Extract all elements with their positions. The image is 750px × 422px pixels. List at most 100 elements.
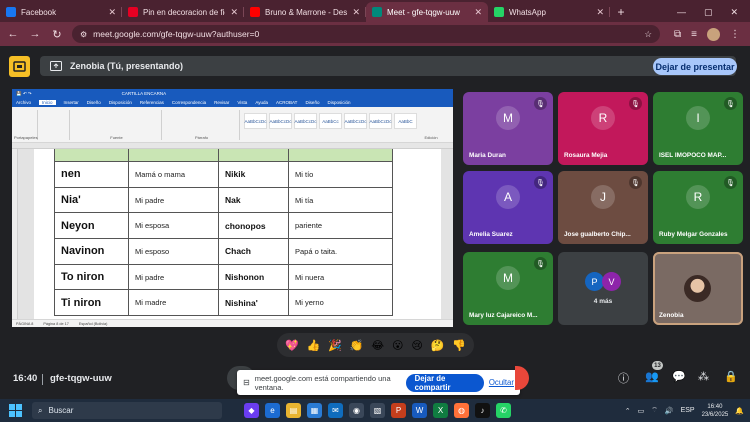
table-row: Navinon Mi esposo Chach Papá o taita. <box>54 238 393 265</box>
back-icon[interactable]: ← <box>6 28 20 40</box>
chat-icon[interactable]: 💬 <box>672 370 686 383</box>
close-tab-icon[interactable]: ✕ <box>596 7 604 18</box>
reaction-emoji[interactable]: 🤔 <box>431 339 445 352</box>
close-tab-icon[interactable]: ✕ <box>230 7 238 18</box>
reaction-emoji[interactable]: 😢 <box>411 339 422 352</box>
ribbon-tab[interactable]: Referencias <box>140 100 164 105</box>
photos-app-icon[interactable]: ▧ <box>370 403 385 418</box>
participant-tile[interactable]: I ISEL IMOPOCO MAP... 🎙 <box>653 92 743 165</box>
excel-app-icon[interactable]: X <box>433 403 448 418</box>
style-preset[interactable]: AaBbCcDc <box>344 113 367 129</box>
extensions-icon[interactable]: ⧉ <box>674 29 681 40</box>
style-sample: AaBbCcDc <box>294 118 317 124</box>
close-tab-icon[interactable]: ✕ <box>352 7 360 18</box>
participant-tile[interactable]: J Jose gualberto Chip... 🎙 <box>558 171 648 244</box>
style-preset[interactable]: AaBbCcDc <box>294 113 317 129</box>
ribbon-tab[interactable]: Ayuda <box>255 100 268 105</box>
style-preset[interactable]: AaBbCc <box>319 113 342 129</box>
word-app-icon[interactable]: W <box>412 403 427 418</box>
profile-avatar[interactable] <box>706 27 720 41</box>
reaction-emoji[interactable]: 😮 <box>392 339 403 352</box>
tray-chevron-icon[interactable]: ⌃ <box>625 407 631 415</box>
browser-tab[interactable]: Pin en decoracion de fiestas ✕ <box>122 2 244 22</box>
ribbon-tab[interactable]: Insertar <box>64 100 79 105</box>
avatar: A <box>496 185 520 209</box>
close-tab-icon[interactable]: ✕ <box>108 7 116 18</box>
widgets-app-icon[interactable]: ◆ <box>244 403 259 418</box>
browser-tab[interactable]: Bruno & Marrone - Desligue ✕ <box>244 2 366 22</box>
ribbon-tab[interactable]: Correspondencia <box>172 100 206 105</box>
menu-icon[interactable]: ⋮ <box>730 29 740 40</box>
participant-tile[interactable]: R Ruby Melgar Gonzales 🎙 <box>653 171 743 244</box>
stop-presenting-button[interactable]: Dejar de presentar <box>653 58 737 75</box>
reaction-emoji[interactable]: 💖 <box>285 339 299 352</box>
info-icon[interactable]: ⓘ <box>618 370 629 386</box>
mail-app-icon[interactable]: ✉ <box>328 403 343 418</box>
ribbon-tab[interactable]: Disposición <box>109 100 132 105</box>
start-button[interactable] <box>4 404 26 417</box>
close-tab-icon[interactable]: ✕ <box>474 7 482 18</box>
minimize-icon[interactable]: — <box>677 7 686 17</box>
style-sample: AaBbC <box>398 118 413 124</box>
powerpoint-app-icon[interactable]: P <box>391 403 406 418</box>
style-preset[interactable]: AaBbCcDc <box>369 113 392 129</box>
reaction-emoji[interactable]: 🎉 <box>328 339 342 352</box>
activities-icon[interactable]: ⁂ <box>698 370 709 383</box>
sharing-icon: ⊟ <box>243 378 250 387</box>
ribbon-tab[interactable]: Disposición <box>327 100 350 105</box>
host-controls-icon[interactable]: 🔒 <box>724 370 738 383</box>
bookmark-star-icon[interactable]: ☆ <box>644 29 652 40</box>
tiktok-app-icon[interactable]: ♪ <box>475 403 490 418</box>
ribbon-tab[interactable]: Inicio <box>39 100 56 105</box>
address-bar[interactable]: ⚙ meet.google.com/gfe-tqgw-uuw?authuser=… <box>72 25 660 43</box>
store-app-icon[interactable]: ▦ <box>307 403 322 418</box>
taskbar-clock[interactable]: 16:40 23/6/2025 <box>702 403 729 419</box>
self-tile[interactable]: Zenobia <box>653 252 743 325</box>
style-preset[interactable]: AaBbCcDc <box>269 113 292 129</box>
leave-call-button[interactable] <box>515 366 529 390</box>
ribbon-tab[interactable]: Revisar <box>214 100 229 105</box>
ribbon-tab[interactable]: Diseño <box>87 100 101 105</box>
hide-link[interactable]: Ocultar <box>489 378 514 387</box>
language-indicator[interactable]: ESP <box>681 407 695 414</box>
taskbar-search[interactable]: ⌕ Buscar <box>32 402 222 419</box>
stop-sharing-button[interactable]: Dejar de compartir <box>405 373 484 392</box>
maximize-icon[interactable]: ▢ <box>704 7 713 18</box>
volume-icon[interactable]: 🔊 <box>665 407 674 415</box>
browser-tab[interactable]: WhatsApp ✕ <box>488 2 610 22</box>
browser-tab[interactable]: Meet - gfe-tqgw-uuw ✕ <box>366 2 488 22</box>
edge-app-icon[interactable]: e <box>265 403 280 418</box>
participant-tile[interactable]: R Rosaura Mejia 🎙 <box>558 92 648 165</box>
word-ribbon-tabs: Archivo Inicio Insertar Diseño Disposición Re… <box>12 98 453 107</box>
network-icon[interactable]: ⌔ <box>651 406 658 415</box>
ribbon-tab[interactable]: Diseño <box>305 100 319 105</box>
avatar: M <box>496 106 520 130</box>
people-icon[interactable]: 👥 <box>645 370 659 383</box>
reaction-emoji[interactable]: 👏 <box>350 339 364 352</box>
participant-tile[interactable]: A Amelia Suarez 🎙 <box>463 171 553 244</box>
sharing-message: meet.google.com está compartiendo una ve… <box>254 373 391 392</box>
reading-list-icon[interactable]: ≡ <box>691 29 697 40</box>
reload-icon[interactable]: ↻ <box>50 28 64 41</box>
whatsapp-app-icon[interactable]: ✆ <box>496 403 511 418</box>
explorer-app-icon[interactable]: ▤ <box>286 403 301 418</box>
battery-icon[interactable]: ▭ <box>638 407 645 415</box>
participant-tile[interactable]: M Mary luz Cajareico M... 🎙 <box>463 252 553 325</box>
more-participants-tile[interactable]: P V 4 más <box>558 252 648 325</box>
participant-tile[interactable]: M Maria Duran 🎙 <box>463 92 553 165</box>
reaction-emoji[interactable]: 👍 <box>307 339 321 352</box>
forward-icon[interactable]: → <box>28 28 42 40</box>
ribbon-tab[interactable]: ACROBAT <box>276 100 297 105</box>
chrome-app-icon[interactable]: ◉ <box>349 403 364 418</box>
firefox-app-icon[interactable]: ◍ <box>454 403 469 418</box>
new-tab-button[interactable]: + <box>610 2 632 22</box>
site-info-icon[interactable]: ⚙ <box>80 30 87 39</box>
ribbon-tab[interactable]: Archivo <box>16 100 31 105</box>
reaction-emoji[interactable]: 👎 <box>452 339 466 352</box>
ribbon-tab[interactable]: Vista <box>237 100 247 105</box>
notifications-icon[interactable]: 🔔 <box>735 407 744 415</box>
close-window-icon[interactable]: ✕ <box>730 7 738 18</box>
style-preset[interactable]: AaBbCcDc <box>244 113 267 129</box>
reaction-emoji[interactable]: 😂 <box>371 339 384 352</box>
browser-tab[interactable]: Facebook ✕ <box>0 2 122 22</box>
